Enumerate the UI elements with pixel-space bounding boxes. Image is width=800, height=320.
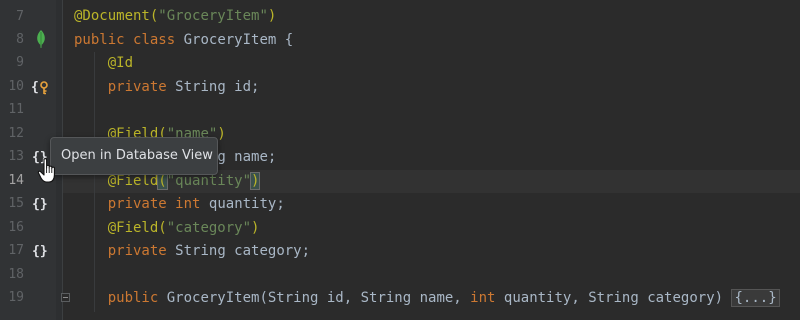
database-view-tooltip[interactable]: Open in Database View — [50, 137, 218, 175]
line-number: 18 — [8, 267, 24, 282]
code-line-16[interactable]: @Field("category") — [74, 217, 260, 239]
field-declaration: String category; — [175, 243, 311, 259]
code-line-8[interactable]: public class GroceryItem { — [74, 29, 293, 51]
keyword: private — [107, 243, 167, 259]
code-editor[interactable]: 7 8 9 10 11 12 13 14 15 16 17 18 19 { {}… — [0, 0, 800, 320]
mongodb-leaf-icon[interactable] — [31, 29, 51, 49]
line-number: 9 — [16, 55, 24, 70]
string-literal: "quantity" — [166, 173, 252, 189]
code-line-10[interactable]: private String id; — [74, 76, 260, 98]
code-line-19[interactable]: public GroceryItem(String id, String nam… — [74, 287, 780, 309]
line-number: 13 — [8, 149, 24, 164]
line-number: 7 — [16, 9, 24, 24]
svg-text:{: { — [31, 80, 39, 95]
field-declaration: String id; — [175, 79, 260, 95]
code-line-17[interactable]: private String category; — [74, 240, 310, 262]
keyword: private — [107, 79, 167, 95]
string-literal: "GroceryItem" — [158, 8, 268, 24]
line-number: 11 — [8, 102, 24, 117]
annotation: @Document( — [74, 8, 159, 24]
bracket-match: ( — [157, 172, 168, 190]
line-number: 19 — [8, 290, 24, 305]
keyword: public — [107, 290, 159, 306]
field-declaration: quantity; — [208, 196, 285, 212]
line-number: 8 — [16, 32, 24, 47]
keyword: private — [107, 196, 167, 212]
code-line-7[interactable]: @Document("GroceryItem") — [74, 5, 276, 27]
constructor-signature: GroceryItem(String id, String name, — [166, 290, 471, 306]
folded-code-block[interactable]: {...} — [731, 289, 780, 307]
annotation-close: ) — [251, 220, 260, 236]
code-line-15[interactable]: private int quantity; — [74, 193, 285, 215]
annotation: @Id — [107, 55, 134, 71]
svg-text:{}: {} — [32, 244, 48, 259]
fold-icon[interactable] — [61, 293, 70, 302]
annotation: @Field( — [107, 220, 167, 236]
id-field-icon[interactable]: { — [31, 77, 51, 97]
line-number: 10 — [8, 79, 24, 94]
primitive-type: int — [470, 290, 496, 306]
keyword: public — [74, 32, 125, 48]
hand-cursor-icon — [37, 158, 55, 183]
field-icon[interactable]: {} — [31, 194, 51, 214]
line-number-current: 14 — [8, 173, 24, 188]
annotation: @Field — [107, 173, 159, 189]
code-line-9[interactable]: @Id — [74, 52, 133, 74]
line-number: 17 — [8, 243, 24, 258]
line-number: 12 — [8, 126, 24, 141]
class-declaration: GroceryItem { — [183, 32, 294, 48]
line-number: 15 — [8, 196, 24, 211]
annotation-close: ) — [267, 8, 277, 24]
string-literal: "category" — [166, 220, 252, 236]
bracket-match: ) — [249, 172, 261, 190]
line-number: 16 — [8, 220, 24, 235]
keyword: class — [133, 32, 176, 48]
svg-text:{}: {} — [32, 197, 48, 212]
annotation-close: ) — [217, 126, 226, 142]
primitive-type: int — [175, 196, 201, 212]
constructor-params: quantity, String category) — [503, 290, 732, 306]
field-icon[interactable]: {} — [31, 241, 51, 261]
tooltip-text: Open in Database View — [61, 148, 213, 163]
